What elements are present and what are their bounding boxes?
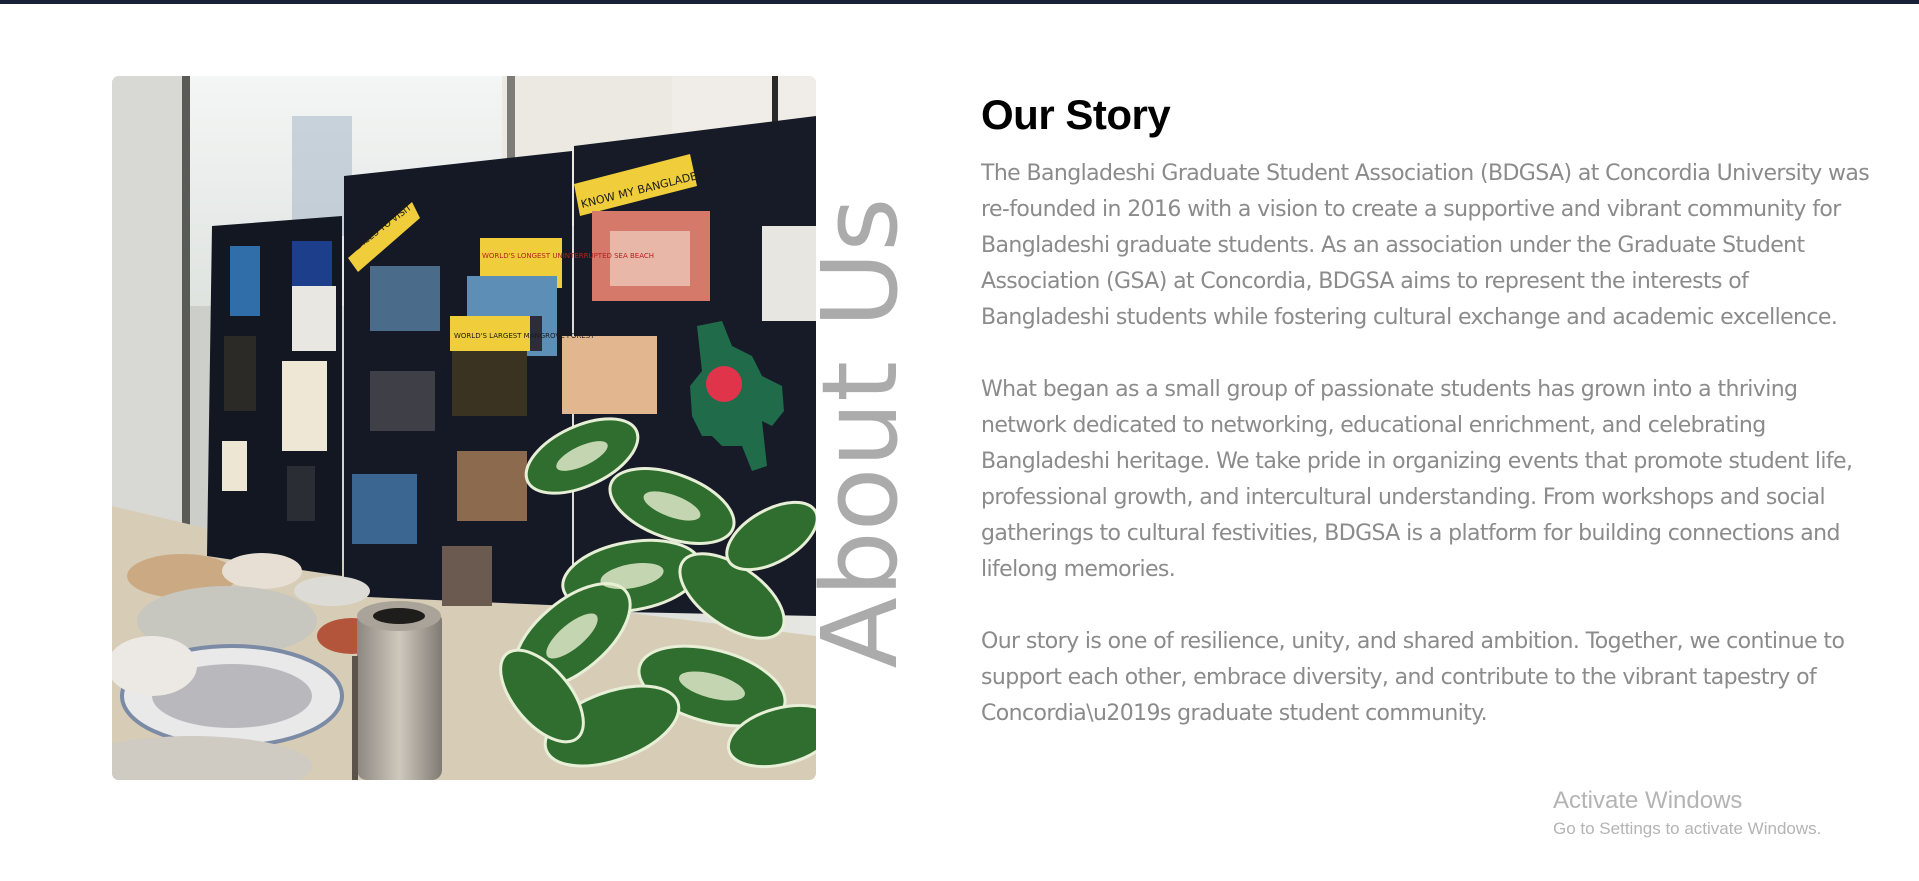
story-paragraph-2: What began as a small group of passionat… bbox=[981, 377, 1853, 583]
top-navigation-border bbox=[0, 0, 1919, 4]
story-paragraph-3: Our story is one of resilience, unity, a… bbox=[981, 629, 1845, 727]
story-paragraph-1: The Bangladeshi Graduate Student Associa… bbox=[981, 161, 1870, 331]
windows-activation-watermark: Activate Windows Go to Settings to activ… bbox=[1553, 785, 1821, 841]
section-heading: Our Story bbox=[981, 91, 1171, 138]
about-photo: PLACES TO VISIT WORLD'S LONGEST UNINTERR… bbox=[112, 76, 816, 780]
about-us-vertical-title: About Us bbox=[799, 197, 921, 669]
watermark-subtitle: Go to Settings to activate Windows. bbox=[1553, 819, 1822, 838]
sign-mangrove: WORLD'S LARGEST MANGROVE FOREST bbox=[454, 332, 595, 340]
watermark-title: Activate Windows bbox=[1553, 787, 1743, 814]
story-section: Our Story The Bangladeshi Graduate Stude… bbox=[981, 91, 1881, 768]
sign-longest-beach: WORLD'S LONGEST UNINTERRUPTED SEA BEACH bbox=[482, 252, 654, 260]
